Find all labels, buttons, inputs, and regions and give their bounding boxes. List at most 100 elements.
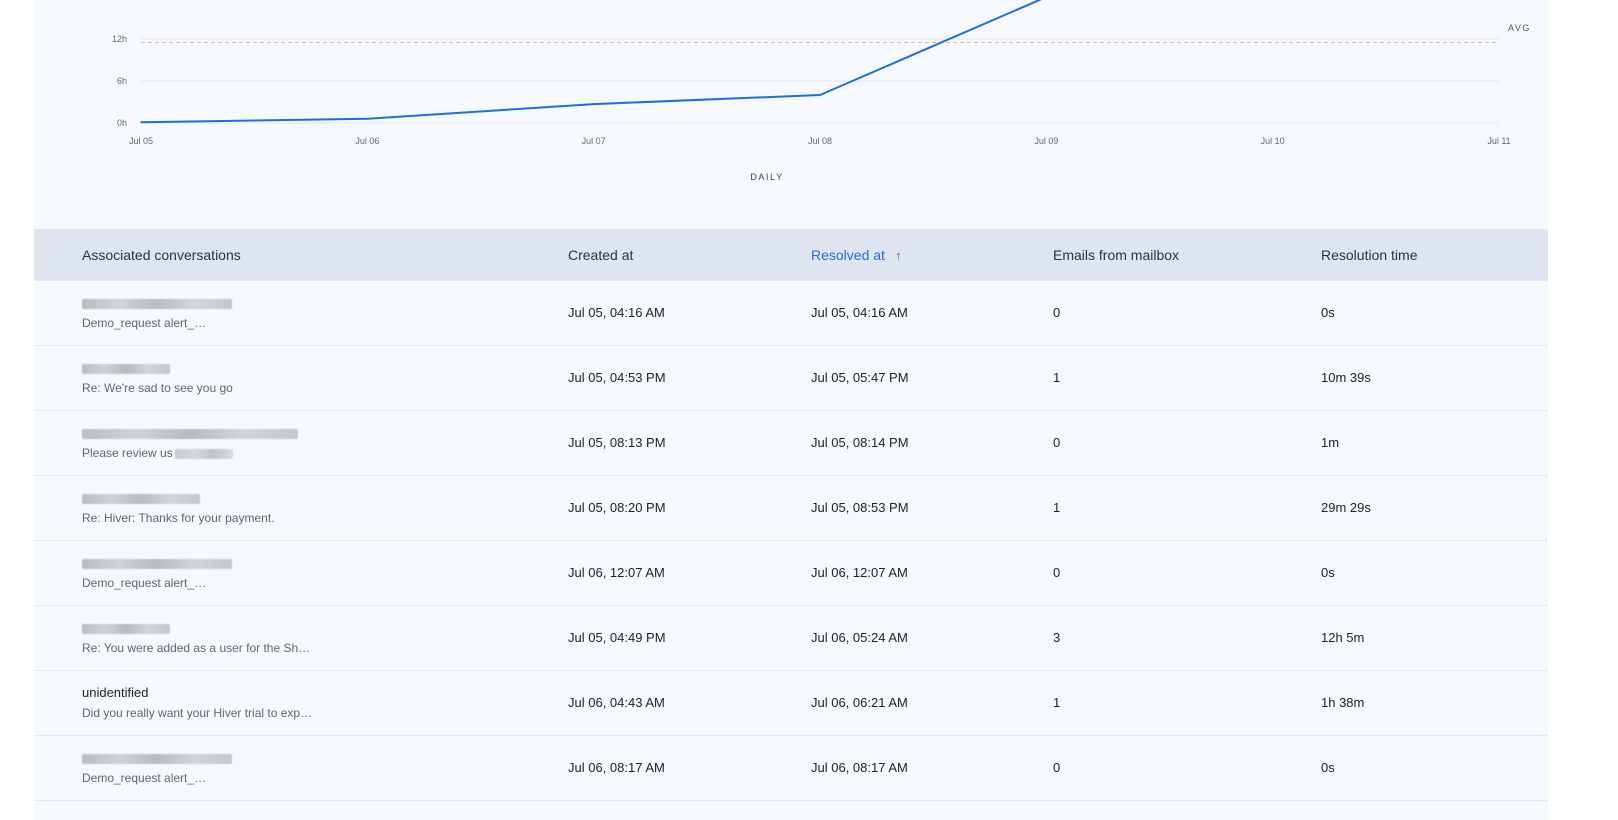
x-tick-label: Jul 11 bbox=[1487, 136, 1510, 146]
conversation-contact-redacted bbox=[82, 360, 322, 376]
conversation-subject: Demo_request alert_ bbox=[82, 771, 195, 785]
conversation-cell[interactable]: Re: We're sad to see you go bbox=[82, 360, 322, 396]
column-label: Resolved at bbox=[811, 247, 885, 263]
column-emails-from-mailbox[interactable]: Emails from mailbox bbox=[1053, 229, 1179, 281]
column-associated-conversations[interactable]: Associated conversations bbox=[82, 229, 241, 281]
sort-ascending-icon: ↑ bbox=[894, 248, 902, 263]
conversation-subject-line: Demo_request alert_ bbox=[82, 575, 314, 591]
conversation-contact-redacted bbox=[82, 295, 322, 311]
emails-from-mailbox-cell: 0 bbox=[1053, 760, 1061, 775]
resolved-at-cell: Jul 06, 08:17 AM bbox=[811, 760, 908, 775]
conversation-subject-line: Demo_request alert_ bbox=[82, 770, 314, 786]
table-row[interactable]: Re: You were added as a user for the Sha… bbox=[34, 606, 1548, 671]
conversation-subject-line: Re: Hiver: Thanks for your payment. bbox=[82, 510, 314, 526]
emails-from-mailbox-cell: 1 bbox=[1053, 695, 1061, 710]
column-label: Resolution time bbox=[1321, 247, 1418, 263]
y-tick-label: 6h bbox=[117, 76, 127, 86]
redacted-text bbox=[174, 448, 233, 459]
emails-from-mailbox-cell: 1 bbox=[1053, 500, 1061, 515]
conversation-cell[interactable]: Re: Hiver: Thanks for your payment. bbox=[82, 490, 322, 526]
redacted-text bbox=[196, 318, 314, 329]
x-axis-title: DAILY bbox=[750, 172, 783, 182]
conversation-subject: Demo_request alert_ bbox=[82, 316, 195, 330]
created-at-cell: Jul 05, 08:20 PM bbox=[568, 500, 666, 515]
emails-from-mailbox-cell: 0 bbox=[1053, 565, 1061, 580]
conversation-cell[interactable]: Demo_request alert_ bbox=[82, 295, 322, 331]
conversation-contact-redacted bbox=[82, 555, 322, 571]
redacted-text bbox=[196, 578, 314, 589]
conversation-subject: Did you really want your Hiver trial to … bbox=[82, 706, 314, 720]
conversation-subject: Re: We're sad to see you go bbox=[82, 381, 233, 395]
data-point bbox=[592, 103, 595, 105]
conversation-cell[interactable]: Demo_request alert_ bbox=[82, 555, 322, 591]
y-tick-label: 12h bbox=[112, 34, 127, 44]
column-resolved-at[interactable]: Resolved at ↑ bbox=[811, 229, 901, 281]
table-row[interactable]: Demo_request alert_ Jul 05, 04:16 AM Jul… bbox=[34, 281, 1548, 346]
created-at-cell: Jul 05, 04:49 PM bbox=[568, 630, 666, 645]
created-at-cell: Jul 05, 04:53 PM bbox=[568, 370, 666, 385]
conversation-subject-line: Re: We're sad to see you go bbox=[82, 380, 314, 396]
conversation-subject: Please review us bbox=[82, 446, 173, 460]
resolved-at-cell: Jul 05, 04:16 AM bbox=[811, 305, 908, 320]
table-header: Associated conversations Created at Reso… bbox=[34, 229, 1548, 281]
x-tick-label: Jul 07 bbox=[582, 136, 606, 146]
conversation-contact-redacted bbox=[82, 750, 322, 766]
resolved-at-cell: Jul 05, 08:14 PM bbox=[811, 435, 909, 450]
conversation-cell[interactable]: unidentified Did you really want your Hi… bbox=[82, 685, 322, 721]
conversation-subject-line: Demo_request alert_ bbox=[82, 315, 314, 331]
created-at-cell: Jul 05, 08:13 PM bbox=[568, 435, 666, 450]
resolved-at-cell: Jul 06, 05:24 AM bbox=[811, 630, 908, 645]
emails-from-mailbox-cell: 0 bbox=[1053, 435, 1061, 450]
created-at-cell: Jul 05, 04:16 AM bbox=[568, 305, 665, 320]
resolution-time-chart: 0h 6h 12h Jul 05 Jul 06 Jul 07 Jul 08 Jul 09 Jul… bbox=[34, 0, 1548, 228]
data-point bbox=[819, 94, 821, 96]
created-at-cell: Jul 06, 12:07 AM bbox=[568, 565, 665, 580]
resolved-at-cell: Jul 06, 06:21 AM bbox=[811, 695, 908, 710]
conversation-contact-redacted bbox=[82, 620, 322, 636]
conversation-subject-line: Please review us bbox=[82, 445, 314, 461]
resolution-time-cell: 12h 5m bbox=[1321, 630, 1365, 645]
resolution-time-cell: 29m 29s bbox=[1321, 500, 1371, 515]
x-tick-label: Jul 06 bbox=[355, 136, 379, 146]
table-row[interactable]: Demo_request alert_ Jul 06, 12:07 AM Jul… bbox=[34, 541, 1548, 606]
emails-from-mailbox-cell: 3 bbox=[1053, 630, 1061, 645]
table-row[interactable]: Re: We're sad to see you go Jul 05, 04:5… bbox=[34, 346, 1548, 411]
column-resolution-time[interactable]: Resolution time bbox=[1321, 229, 1418, 281]
emails-from-mailbox-cell: 0 bbox=[1053, 305, 1061, 320]
x-tick-label: Jul 08 bbox=[808, 136, 832, 146]
x-tick-label: Jul 09 bbox=[1034, 136, 1058, 146]
conversation-cell[interactable]: Re: You were added as a user for the Sha… bbox=[82, 620, 322, 656]
data-point bbox=[366, 118, 369, 120]
conversation-subject: Re: Hiver: Thanks for your payment. bbox=[82, 511, 275, 525]
conversation-contact-redacted bbox=[82, 490, 322, 506]
x-tick-label: Jul 05 bbox=[129, 136, 153, 146]
redacted-text bbox=[196, 773, 314, 784]
resolution-time-cell: 1m bbox=[1321, 435, 1340, 450]
resolution-time-cell: 10m 39s bbox=[1321, 370, 1371, 385]
column-created-at[interactable]: Created at bbox=[568, 229, 633, 281]
table-row[interactable]: Demo_request alert_ Jul 06, 08:17 AM Jul… bbox=[34, 736, 1548, 801]
resolution-time-cell: 0s bbox=[1321, 305, 1335, 320]
conversation-subject-line: Re: You were added as a user for the Sha… bbox=[82, 640, 314, 656]
table-row[interactable]: Re: Hiver: Thanks for your payment. Jul … bbox=[34, 476, 1548, 541]
resolution-time-cell: 0s bbox=[1321, 565, 1335, 580]
conversation-subject: Re: You were added as a user for the Sha… bbox=[82, 641, 314, 655]
conversation-subject: Demo_request alert_ bbox=[82, 576, 195, 590]
column-label: Associated conversations bbox=[82, 247, 241, 263]
table-row[interactable]: Please review us Jul 05, 08:13 PM Jul 05… bbox=[34, 411, 1548, 476]
conversation-cell[interactable]: Please review us bbox=[82, 425, 322, 461]
x-tick-label: Jul 10 bbox=[1261, 136, 1285, 146]
conversation-cell[interactable]: Demo_request alert_ bbox=[82, 750, 322, 786]
table-row[interactable]: unidentified Did you really want your Hi… bbox=[34, 671, 1548, 736]
created-at-cell: Jul 06, 08:17 AM bbox=[568, 760, 665, 775]
conversation-table-body: Demo_request alert_ Jul 05, 04:16 AM Jul… bbox=[34, 281, 1548, 801]
resolution-time-cell: 1h 38m bbox=[1321, 695, 1365, 710]
created-at-cell: Jul 06, 04:43 AM bbox=[568, 695, 665, 710]
data-point bbox=[140, 121, 142, 124]
resolution-time-cell: 0s bbox=[1321, 760, 1335, 775]
chart-svg: 0h 6h 12h Jul 05 Jul 06 Jul 07 Jul 08 Jul 09 Jul… bbox=[112, 0, 1529, 182]
conversation-contact: unidentified bbox=[82, 685, 149, 700]
column-label: Created at bbox=[568, 247, 634, 263]
conversation-subject-line: Did you really want your Hiver trial to … bbox=[82, 705, 314, 721]
resolved-at-cell: Jul 06, 12:07 AM bbox=[811, 565, 908, 580]
